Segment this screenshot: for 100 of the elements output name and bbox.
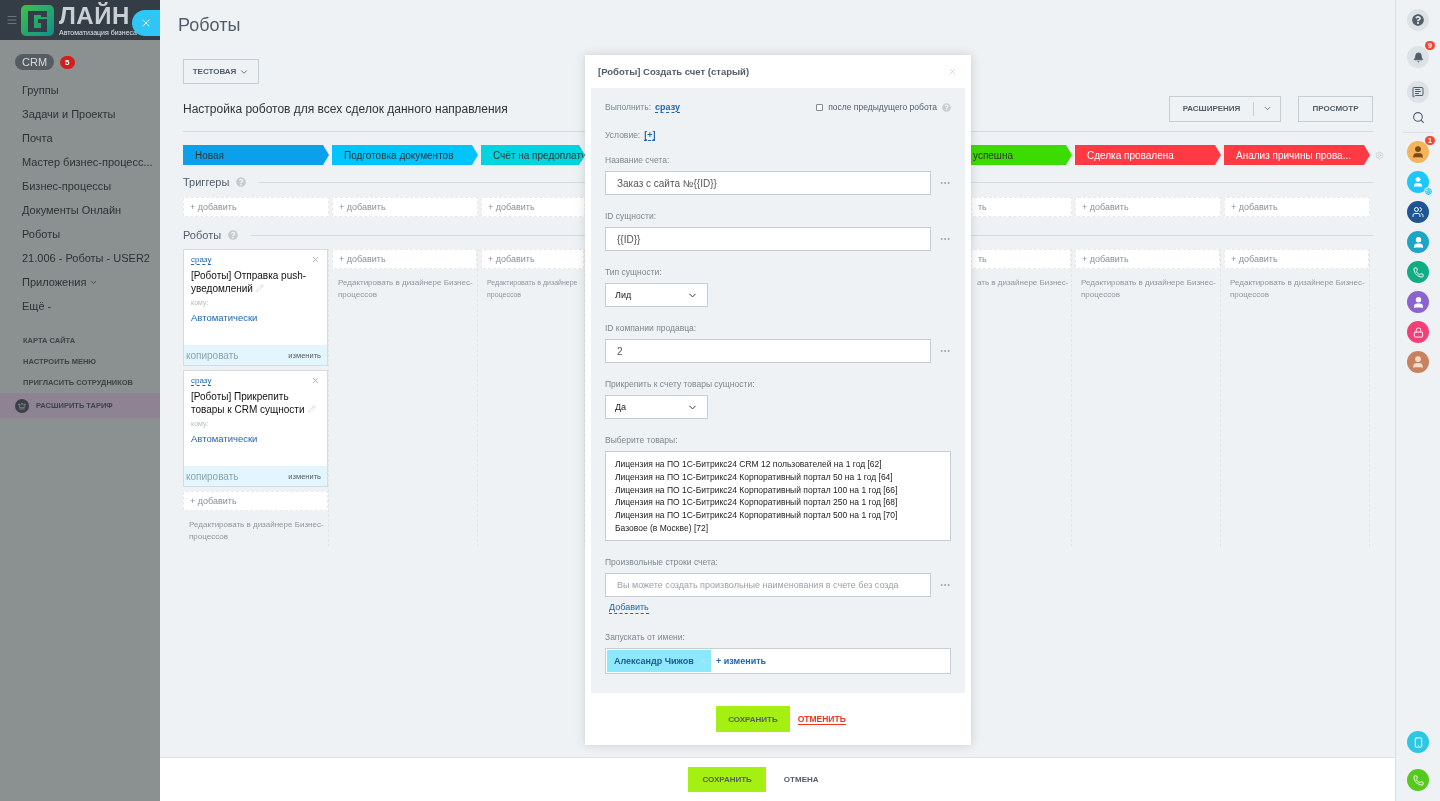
add-robot-button[interactable]: + добавить (1224, 249, 1369, 269)
input-field[interactable]: 2 (605, 339, 931, 363)
list-box[interactable] (605, 451, 951, 541)
help-icon[interactable] (1407, 9, 1429, 31)
field-label: Название счета: (605, 154, 671, 166)
caret-icon (1262, 104, 1272, 113)
preview-button[interactable]: ПРОСМОТР (1298, 95, 1373, 122)
close-icon[interactable] (311, 255, 320, 264)
add-robot-button[interactable]: + добавить (183, 491, 328, 511)
cancel-button[interactable]: ОТМЕНА (777, 774, 825, 785)
pencil-icon[interactable] (307, 405, 316, 413)
sidebar-item[interactable]: Задачи и Проекты (0, 102, 116, 126)
counter-badge: 5 (60, 55, 75, 69)
list-option[interactable]: Лицензия на ПО 1С-Битрикс24 Корпоративный портал 50 на 1 год [64] (615, 470, 941, 484)
logo-icon (21, 4, 54, 36)
add-trigger-button[interactable]: ть (971, 197, 1072, 217)
stage-tab[interactable]: Сделка провалена (1075, 145, 1221, 165)
close-icon[interactable] (311, 376, 320, 385)
stage-tab[interactable]: Подготовка документов (332, 145, 478, 165)
user-icon[interactable] (1407, 231, 1429, 253)
delay-link[interactable]: сразу (191, 255, 212, 265)
designer-hint: Редактировать в дизайнере Бизнес- процессов (188, 519, 325, 543)
sidebar-item[interactable]: Роботы (0, 222, 61, 246)
user-field[interactable]: Александр Чижов + изменить (605, 648, 951, 674)
save-button[interactable]: СОХРАНИТЬ (688, 767, 766, 792)
avatar-icon[interactable] (1407, 351, 1429, 373)
user-icon[interactable] (1407, 291, 1429, 313)
extensions-button[interactable]: РАСШИРЕНИЯ (1170, 101, 1254, 116)
select-field[interactable]: Лид (605, 283, 708, 307)
sidebar-item[interactable]: Ещё - (0, 294, 52, 318)
condition-link[interactable]: [+] (644, 129, 656, 141)
cancel-link[interactable]: ОТМЕНИТЬ (797, 713, 846, 725)
add-link[interactable]: Добавить (609, 602, 649, 614)
delay-link[interactable]: сразу (191, 376, 212, 386)
list-option[interactable]: Лицензия на ПО 1С-Битрикс24 Корпоративный портал 500 на 1 год [70] (615, 509, 941, 522)
settings-icon[interactable] (1375, 150, 1384, 160)
checkbox-label: после предыдущего робота (828, 102, 937, 112)
sidebar-item[interactable]: Мастер бизнес-процесс... (0, 150, 153, 174)
save-button[interactable]: СОХРАНИТЬ (716, 706, 790, 732)
add-trigger-button[interactable]: + добавить (1075, 197, 1221, 217)
list-option[interactable]: Лицензия на ПО 1С-Битрикс24 Корпоративный портал 100 на 1 год [66] (615, 483, 941, 497)
input-field[interactable]: {{ID}} (605, 227, 931, 251)
list-option[interactable]: Лицензия на ПО 1С-Битрикс24 CRM 12 пользователей на 1 год [62] (615, 458, 941, 471)
add-robot-button[interactable]: ть (971, 249, 1071, 269)
menu-icon[interactable] (6, 14, 18, 26)
recipient-link[interactable]: Автоматически (191, 433, 320, 444)
section-title: Роботы (183, 229, 222, 241)
change-link[interactable]: + изменить (716, 656, 767, 666)
phone-icon[interactable] (1407, 769, 1429, 791)
sidebar-item[interactable]: Почта (0, 126, 53, 150)
avatar-icon[interactable] (1407, 141, 1429, 163)
pipeline-dropdown[interactable]: ТЕСТОВАЯ (183, 59, 259, 84)
crm-menu-item[interactable]: CRM (15, 54, 55, 70)
field-label: Прикрепить к счету товары сущности: (605, 378, 756, 390)
field-label: Выберите товары: (605, 434, 679, 446)
search-icon[interactable] (1411, 111, 1425, 124)
input-field[interactable]: Заказ с сайта №{{ID}} (605, 171, 931, 195)
sidebar-item[interactable]: Бизнес-процессы (0, 174, 112, 198)
delay-link[interactable]: сразу (655, 101, 680, 113)
stage-tab[interactable]: Новая (183, 145, 329, 165)
designer-hint: Редактировать в дизайнере Бизнес- процессов (1080, 277, 1217, 301)
stage-tab[interactable]: Анализ причины прова... (1224, 145, 1370, 165)
add-robot-button[interactable]: + добавить (1075, 249, 1220, 269)
user-chip[interactable]: Александр Чижов (607, 650, 711, 672)
group-chat-icon[interactable] (1407, 201, 1429, 223)
sidebar-item[interactable]: Приложения (0, 270, 99, 294)
checkbox[interactable] (816, 103, 824, 111)
sidebar-item[interactable]: Группы (0, 78, 59, 102)
list-option[interactable]: Базовое (в Москве) [72] (615, 522, 941, 535)
list-option[interactable]: Лицензия на ПО 1С-Битрикс24 Корпоративный портал 250 на 1 год [68] (615, 496, 941, 510)
pencil-icon[interactable] (255, 284, 264, 292)
designer-hint: Редактировать в дизайнере Бизнес- процессов (337, 277, 474, 301)
recipient-link[interactable]: Автоматически (191, 312, 320, 323)
mail-icon (1424, 187, 1433, 196)
add-robot-button[interactable]: + добавить (332, 249, 477, 269)
dialog-title: [Роботы] Создать счет (старый) (598, 66, 750, 77)
add-trigger-button[interactable]: + добавить (1224, 197, 1370, 217)
input-field[interactable]: Вы можете создать произвольные наименования в счете без созда (605, 573, 931, 597)
field-label: ID компании продавца: (605, 322, 698, 334)
close-icon (140, 17, 152, 29)
stage-tab[interactable]: успешна (971, 145, 1072, 165)
field-label: Выполнить: (605, 101, 651, 113)
add-trigger-button[interactable]: + добавить (183, 197, 329, 217)
remove-icon[interactable] (699, 657, 707, 665)
chat-icon[interactable] (1407, 81, 1429, 103)
phone-icon[interactable] (1407, 261, 1429, 283)
field-label: Условие: (605, 129, 641, 141)
add-robot-button[interactable]: + добавить (481, 249, 584, 269)
sidebar-item[interactable]: Документы Онлайн (0, 198, 122, 222)
add-trigger-button[interactable]: + добавить (481, 197, 585, 217)
page-subtitle: Настройка роботов для всех сделок данного направления (183, 101, 508, 116)
close-icon[interactable] (948, 67, 957, 76)
device-icon[interactable] (1407, 731, 1429, 753)
bell-icon[interactable] (1407, 46, 1429, 68)
select-field[interactable]: Да (605, 395, 708, 419)
lock-icon[interactable] (1407, 321, 1429, 343)
field-label: ID сущности: (605, 210, 658, 222)
add-trigger-button[interactable]: + добавить (332, 197, 478, 217)
user-icon[interactable] (1407, 171, 1429, 193)
sidebar-item[interactable]: 21.006 - Роботы - USER2 (0, 246, 150, 270)
